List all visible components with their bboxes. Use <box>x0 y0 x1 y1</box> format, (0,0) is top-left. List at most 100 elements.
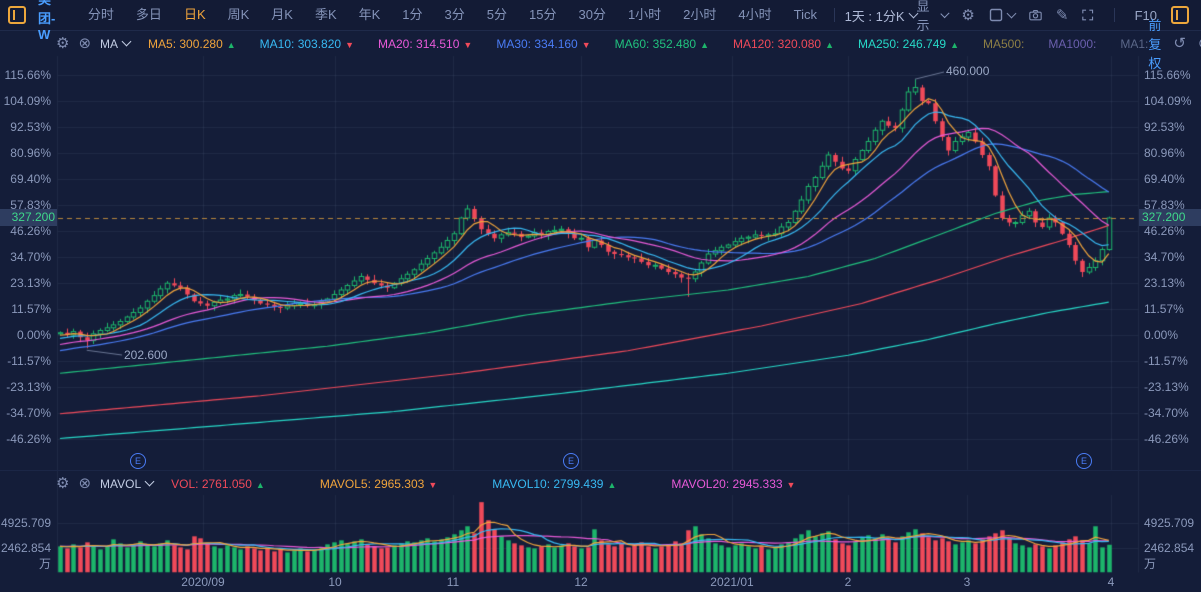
volume-unit-label: 万 <box>0 555 51 572</box>
y-axis-tick: 80.96% <box>1144 146 1185 160</box>
y-axis-tick: 23.13% <box>1144 276 1185 290</box>
divider <box>1114 8 1115 22</box>
y-axis-tick: 92.53% <box>1144 120 1185 134</box>
y-axis-tick: 69.40% <box>1144 172 1185 186</box>
legend-item-mavol20[interactable]: MAVOL20: 2945.333▼ <box>671 477 795 491</box>
settings-gear-icon[interactable]: ⚙ <box>961 8 974 23</box>
legend-item-ma500[interactable]: MA500: <box>983 37 1024 51</box>
down-triangle-icon: ▼ <box>463 40 472 50</box>
ma-indicator-head: ⚙ ⊗ MA <box>56 36 130 51</box>
legend-item-mavol10[interactable]: MAVOL10: 2799.439▲ <box>492 477 616 491</box>
legend-item-ma250[interactable]: MA250: 246.749▲ <box>858 37 959 51</box>
x-axis-label: 3 <box>964 575 971 589</box>
current-price-tag-right: 327.200 <box>1139 209 1201 226</box>
volume-axis-tick: 4925.709 <box>0 516 51 530</box>
screenshot-camera-icon[interactable] <box>1029 8 1042 22</box>
chevron-down-icon <box>940 9 949 18</box>
vol-indicator-bar: ⚙ ⊗ MAVOL VOL: 2761.050▲ MAVOL5: 2965.303… <box>0 470 1201 496</box>
y-axis-tick: 104.09% <box>0 94 51 108</box>
chevron-down-icon <box>122 37 132 47</box>
x-axis-label: 11 <box>447 575 459 589</box>
period-tab[interactable]: 分时 <box>77 0 125 30</box>
candlestick-chart-canvas[interactable] <box>0 0 1201 592</box>
period-tab[interactable]: 日K <box>173 0 217 30</box>
up-triangle-icon: ▲ <box>950 40 959 50</box>
earnings-marker[interactable]: E <box>130 453 146 469</box>
y-axis-tick: -11.57% <box>1144 354 1188 368</box>
current-price-tag-left: 327.200 <box>0 209 57 226</box>
period-tab[interactable]: 1分 <box>391 0 433 30</box>
y-axis-tick: 46.26% <box>1144 224 1185 238</box>
earnings-marker[interactable]: E <box>563 453 579 469</box>
trading-app-window: 美团-W 分时多日日K周K月K季K年K1分3分5分15分30分1小时2小时4小时… <box>0 0 1201 592</box>
x-axis-label: 2021/01 <box>710 575 753 589</box>
period-tabs: 分时多日日K周K月K季K年K1分3分5分15分30分1小时2小时4小时Tick <box>77 0 828 30</box>
period-tab[interactable]: 多日 <box>125 0 173 30</box>
draw-pencil-icon[interactable]: ✎ <box>1056 8 1069 23</box>
period-combo-label: 1天 : 1分K <box>845 6 905 25</box>
period-tab[interactable]: 3分 <box>434 0 476 30</box>
period-combo-dropdown[interactable]: 1天 : 1分K <box>845 6 917 25</box>
legend-item-ma10[interactable]: MA10: 303.820▼ <box>260 37 354 51</box>
ma-indicator-label: MA <box>100 37 118 51</box>
indicator-close-icon[interactable]: ⊗ <box>78 36 91 51</box>
adjust-mode-button[interactable]: 前复权 <box>1148 15 1161 72</box>
y-axis-tick: -23.13% <box>0 380 51 394</box>
legend-item-ma1000[interactable]: MA1000: <box>1048 37 1096 51</box>
reset-view-icon[interactable]: ↺ <box>1173 36 1186 51</box>
period-tab[interactable]: 4小时 <box>727 0 782 30</box>
y-axis-tick: -34.70% <box>0 406 51 420</box>
y-axis-tick: -11.57% <box>0 354 51 368</box>
low-price-annotation: 202.600 <box>124 348 167 362</box>
vol-indicator-dropdown[interactable]: MAVOL <box>100 477 153 491</box>
legend-item-ma60[interactable]: MA60: 352.480▲ <box>615 37 709 51</box>
up-triangle-icon: ▲ <box>607 480 616 490</box>
indicator-settings-gear-icon[interactable]: ⚙ <box>56 476 69 491</box>
high-price-annotation: 460.000 <box>946 64 989 78</box>
x-axis-label: 2020/09 <box>181 575 224 589</box>
period-tab[interactable]: 15分 <box>518 0 567 30</box>
legend-item-vol[interactable]: VOL: 2761.050▲ <box>171 477 265 491</box>
ma-indicator-dropdown[interactable]: MA <box>100 37 130 51</box>
legend-item-mavol5[interactable]: MAVOL5: 2965.303▼ <box>320 477 437 491</box>
period-tab[interactable]: 月K <box>260 0 304 30</box>
period-tab[interactable]: 年K <box>348 0 392 30</box>
down-triangle-icon: ▼ <box>787 480 796 490</box>
vol-legend: VOL: 2761.050▲ MAVOL5: 2965.303▼ MAVOL10: … <box>171 477 795 491</box>
x-axis-label: 2 <box>845 575 852 589</box>
y-axis-tick: 69.40% <box>0 172 51 186</box>
period-tab[interactable]: 1小时 <box>617 0 672 30</box>
x-axis-label: 4 <box>1108 575 1115 589</box>
indicator-close-icon[interactable]: ⊗ <box>78 476 91 491</box>
legend-item-ma20[interactable]: MA20: 314.510▼ <box>378 37 472 51</box>
down-triangle-icon: ▼ <box>345 40 354 50</box>
panel-flag-icon[interactable] <box>8 6 26 24</box>
period-tab[interactable]: Tick <box>783 0 828 30</box>
y-axis-tick: 46.26% <box>0 224 51 238</box>
period-tab[interactable]: 30分 <box>567 0 616 30</box>
up-triangle-icon: ▲ <box>227 40 236 50</box>
display-dropdown[interactable]: 显示 <box>917 0 948 34</box>
y-axis-tick: 34.70% <box>1144 250 1185 264</box>
y-axis-tick: 0.00% <box>0 328 51 342</box>
vol-indicator-label: MAVOL <box>100 477 141 491</box>
period-tab[interactable]: 周K <box>217 0 261 30</box>
chart-style-icon <box>989 8 1003 22</box>
earnings-marker[interactable]: E <box>1076 453 1092 469</box>
legend-item-ma30[interactable]: MA30: 334.160▼ <box>496 37 590 51</box>
y-axis-tick: 92.53% <box>0 120 51 134</box>
y-axis-tick: 115.66% <box>0 68 51 82</box>
indicator-settings-gear-icon[interactable]: ⚙ <box>56 36 69 51</box>
vol-indicator-head: ⚙ ⊗ MAVOL <box>56 476 153 491</box>
top-toolbar: 美团-W 分时多日日K周K月K季K年K1分3分5分15分30分1小时2小时4小时… <box>0 0 1201 31</box>
legend-item-ma120[interactable]: MA120: 320.080▲ <box>733 37 834 51</box>
chart-style-picker[interactable] <box>989 8 1015 22</box>
legend-item-ma5[interactable]: MA5: 300.280▲ <box>148 37 236 51</box>
y-axis-tick: -23.13% <box>1144 380 1189 394</box>
period-tab[interactable]: 2小时 <box>672 0 727 30</box>
fullscreen-expand-icon[interactable] <box>1082 8 1093 22</box>
legend-item-ma1[interactable]: MA1: <box>1120 37 1148 51</box>
period-tab[interactable]: 5分 <box>476 0 518 30</box>
up-triangle-icon: ▲ <box>700 40 709 50</box>
period-tab[interactable]: 季K <box>304 0 348 30</box>
